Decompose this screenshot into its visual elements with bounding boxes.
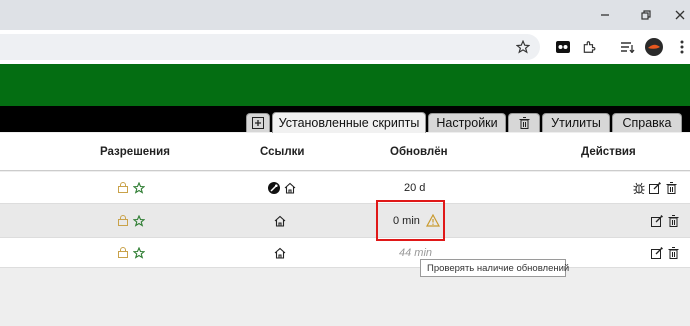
empty-area [0,268,690,326]
tab-settings[interactable]: Настройки [428,113,506,132]
wrench-icon[interactable] [267,181,281,195]
star-icon[interactable] [132,181,146,195]
lock-icon [116,214,130,228]
tab-installed-scripts[interactable]: Установленные скрипты [272,112,426,133]
home-icon[interactable] [273,246,287,260]
edit-icon[interactable] [650,246,664,260]
lock-icon [116,181,130,195]
delete-icon[interactable] [666,214,680,228]
extension-icon[interactable] [552,36,574,58]
tab-trash[interactable] [508,113,540,132]
trash-icon [519,117,529,129]
links-cell [273,238,289,267]
actions-cell [650,238,682,267]
puzzle-icon[interactable] [578,36,600,58]
table-row: 44 min [0,238,690,268]
updated-value[interactable]: 44 min [399,247,432,259]
links-cell [273,204,289,237]
address-bar[interactable] [0,34,540,60]
bug-icon[interactable] [632,181,646,195]
header-actions[interactable]: Действия [581,146,636,158]
tooltip: Проверять наличие обновлений [420,259,569,277]
table-header: Разрешения Ссылки Обновлён Действия [0,133,690,171]
minimize-button[interactable] [587,0,623,30]
actions-cell [632,172,680,203]
table-row: 0 min [0,204,690,238]
updated-value[interactable]: 20 d [404,182,425,194]
bookmark-star-icon[interactable] [512,36,534,58]
delete-icon[interactable] [666,246,680,260]
highlight-box [376,200,445,241]
minimize-icon [601,14,609,16]
tab-help[interactable]: Справка [612,113,682,132]
profile-avatar[interactable] [643,36,665,58]
reading-list-icon[interactable] [617,36,639,58]
lock-icon [116,246,130,260]
restore-button[interactable] [628,0,664,30]
permissions-cell [116,172,148,203]
page-header-banner [0,64,690,106]
permissions-cell [116,238,148,267]
home-icon[interactable] [283,181,297,195]
restore-icon [641,10,651,20]
header-links[interactable]: Ссылки [260,146,305,158]
actions-cell [650,204,682,237]
edit-icon[interactable] [648,181,662,195]
home-icon[interactable] [273,214,287,228]
star-icon[interactable] [132,246,146,260]
delete-icon[interactable] [664,181,678,195]
menu-icon[interactable] [671,36,690,58]
star-icon[interactable] [132,214,146,228]
edit-icon[interactable] [650,214,664,228]
header-permissions[interactable]: Разрешения [100,146,170,158]
table-row: 20 d [0,172,690,204]
tab-new-script[interactable] [246,113,270,132]
close-window-button[interactable] [662,0,690,30]
browser-titlebar [0,0,690,30]
close-icon [675,10,685,20]
updated-cell: 20 d [404,172,425,203]
links-cell [267,172,299,203]
header-updated[interactable]: Обновлён [390,146,448,158]
permissions-cell [116,204,148,237]
plus-square-icon [252,117,264,129]
tab-utilities[interactable]: Утилиты [542,113,610,132]
